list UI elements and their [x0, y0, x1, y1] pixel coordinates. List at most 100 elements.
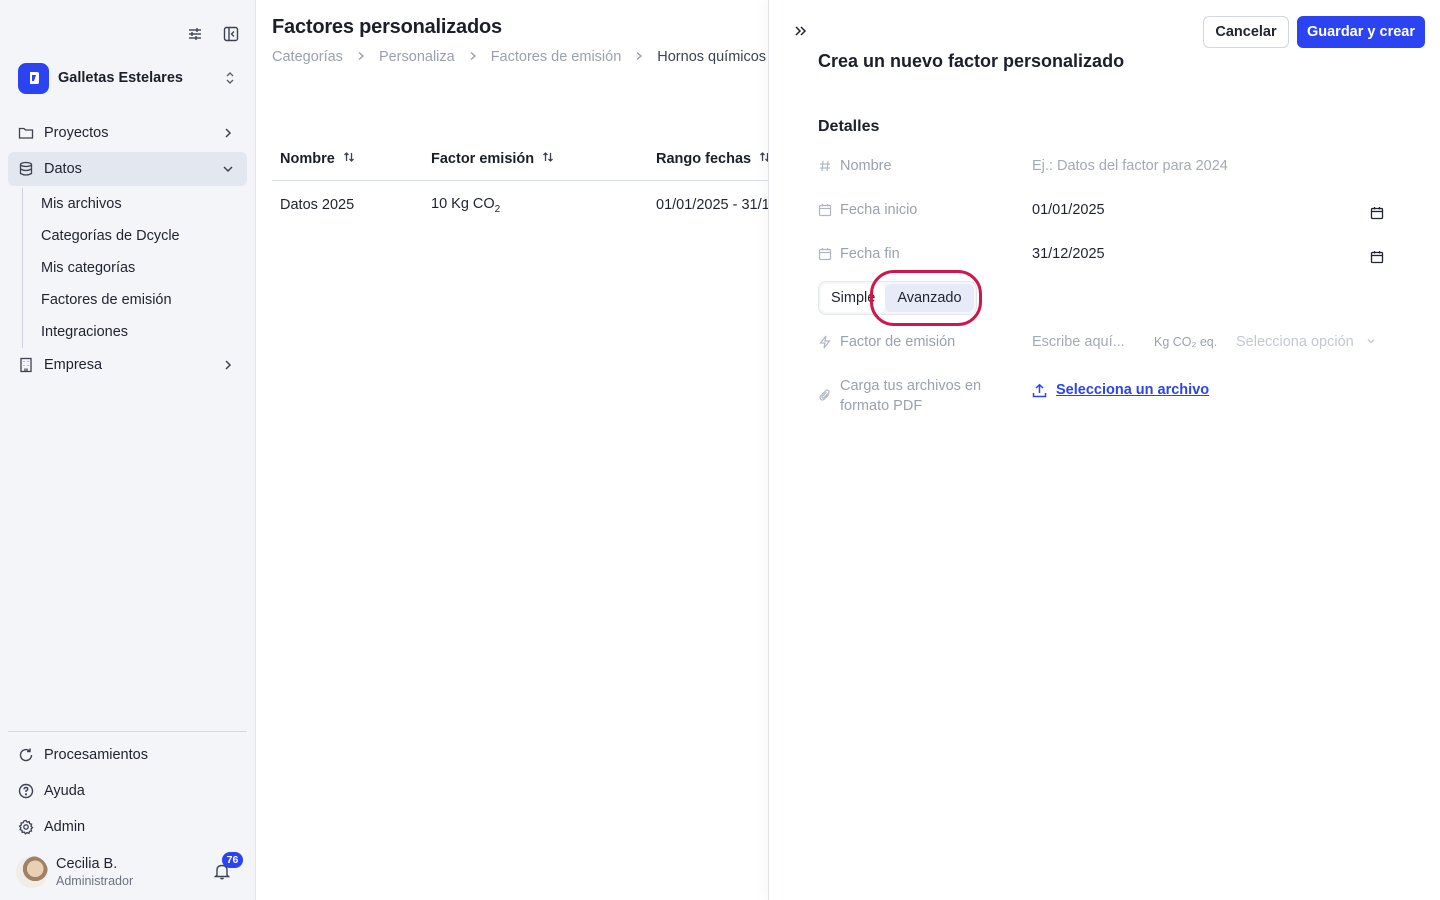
breadcrumb-item[interactable]: Factores de emisión [491, 49, 622, 65]
double-chevron-right-icon[interactable] [793, 23, 809, 42]
fecha-fin-input[interactable]: 31/12/2025 [1032, 246, 1384, 264]
nav-item-admin[interactable]: Admin [8, 810, 247, 844]
cell-rango: 01/01/2025 - 31/12/2025 [656, 197, 769, 213]
column-header-nombre[interactable]: Nombre [272, 151, 423, 167]
sidebar: Galletas Estelares Proyectos Datos Mis a… [0, 0, 256, 900]
table-header: Nombre Factor emisión Rango fechas [272, 138, 769, 181]
nav-item-datos[interactable]: Datos [8, 152, 247, 186]
save-and-create-button[interactable]: Guardar y crear [1297, 16, 1425, 48]
breadcrumb-item[interactable]: Categorías [272, 49, 343, 65]
building-icon [18, 357, 34, 373]
bottom-nav: Procesamientos Ayuda Admin [8, 738, 247, 846]
nav-item-ayuda[interactable]: Ayuda [8, 774, 247, 808]
chevron-right-icon [221, 358, 235, 376]
notification-badge: 76 [222, 852, 243, 868]
nav-label: Datos [44, 161, 82, 177]
cell-factor: 10 Kg CO2 [423, 196, 648, 215]
field-label: Fecha fin [840, 246, 900, 262]
breadcrumb-item[interactable]: Personaliza [379, 49, 455, 65]
calendar-icon [818, 203, 832, 217]
chevron-down-icon [221, 162, 235, 180]
nav-item-proyectos[interactable]: Proyectos [8, 116, 247, 150]
sort-icon[interactable] [542, 151, 554, 167]
filter-sliders-icon[interactable] [187, 26, 203, 42]
field-label: Factor de emisión [840, 334, 956, 350]
page-title: Factores personalizados [272, 16, 502, 38]
field-fecha-fin: Fecha fin 31/12/2025 [818, 242, 1384, 266]
table-row[interactable]: Datos 2025 10 Kg CO2 01/01/2025 - 31/12/… [272, 181, 769, 229]
breadcrumb: Categorías Personaliza Factores de emisi… [272, 49, 766, 65]
nav-item-empresa[interactable]: Empresa [8, 348, 247, 382]
refresh-icon [18, 747, 34, 763]
factor-input[interactable]: Escribe aquí... [1032, 334, 1154, 350]
column-header-rango[interactable]: Rango fechas [648, 151, 769, 167]
chevron-up-down-icon [224, 70, 236, 89]
highlight-annotation [870, 270, 982, 326]
paperclip-icon [818, 388, 832, 405]
upload-icon [1032, 383, 1047, 398]
main-content: Factores personalizados Categorías Perso… [256, 0, 769, 900]
nav-item-procesamientos[interactable]: Procesamientos [8, 738, 247, 772]
calendar-icon [818, 247, 832, 261]
breadcrumb-current: Hornos químicos [657, 49, 767, 65]
nav-label: Ayuda [44, 783, 85, 799]
field-fecha-inicio: Fecha inicio 01/01/2025 [818, 198, 1384, 222]
nombre-input[interactable]: Ej.: Datos del factor para 2024 [1032, 158, 1384, 174]
gear-icon [18, 819, 34, 835]
column-label: Rango fechas [656, 151, 752, 167]
column-label: Nombre [280, 151, 335, 167]
calendar-picker-icon[interactable] [1370, 206, 1384, 224]
lightning-icon [818, 335, 832, 349]
hash-icon [818, 159, 832, 173]
sort-icon[interactable] [343, 151, 355, 167]
user-profile[interactable]: Cecilia B. Administrador 76 [16, 852, 246, 892]
field-nombre: Nombre Ej.: Datos del factor para 2024 [818, 154, 1384, 178]
chevron-right-icon [468, 49, 478, 65]
field-label: Nombre [840, 158, 892, 174]
factor-subscript: 2 [494, 203, 501, 215]
datos-submenu: Mis archivos Categorías de Dcycle Mis ca… [22, 188, 247, 348]
avatar [16, 856, 48, 888]
nav-label: Procesamientos [44, 747, 148, 763]
user-role: Administrador [56, 874, 134, 888]
field-factor-emision: Factor de emisión Escribe aquí... Kg CO₂… [818, 330, 1384, 354]
field-label: Fecha inicio [840, 202, 918, 218]
select-placeholder: Selecciona opción [1236, 334, 1354, 350]
user-name: Cecilia B. [56, 856, 118, 872]
cell-nombre: Datos 2025 [280, 197, 355, 213]
sub-item-factores-emision[interactable]: Factores de emisión [41, 284, 247, 316]
select-file-link[interactable]: Selecciona un archivo [1032, 382, 1209, 398]
chevron-down-icon [1366, 334, 1376, 350]
help-circle-icon [18, 783, 34, 799]
chevron-right-icon [634, 49, 644, 65]
sub-item-categorias-dcycle[interactable]: Categorías de Dcycle [41, 220, 247, 252]
factor-value: 10 Kg CO [431, 195, 495, 212]
main-nav: Proyectos Datos Mis archivos Categorías … [8, 116, 247, 384]
unit-select[interactable]: Selecciona opción [1236, 334, 1376, 350]
chevron-right-icon [221, 126, 235, 144]
database-icon [18, 161, 34, 177]
column-label: Factor emisión [431, 151, 535, 167]
sub-item-integraciones[interactable]: Integraciones [41, 316, 247, 348]
sub-item-mis-categorias[interactable]: Mis categorías [41, 252, 247, 284]
sidebar-divider [8, 731, 247, 732]
unit-label: Kg CO₂ eq. [1154, 335, 1218, 349]
nav-label: Empresa [44, 357, 103, 373]
fecha-inicio-value: 01/01/2025 [1032, 202, 1105, 218]
calendar-picker-icon[interactable] [1370, 250, 1384, 268]
sub-item-mis-archivos[interactable]: Mis archivos [41, 188, 247, 220]
fecha-inicio-input[interactable]: 01/01/2025 [1032, 202, 1384, 220]
nav-label: Admin [44, 819, 86, 835]
column-header-factor[interactable]: Factor emisión [423, 151, 648, 167]
select-file-label: Selecciona un archivo [1056, 382, 1210, 398]
section-title: Detalles [818, 118, 880, 135]
nav-label: Proyectos [44, 125, 109, 141]
folder-icon [18, 125, 34, 141]
org-logo [18, 62, 49, 94]
upload-label: Carga tus archivos en formato PDF [840, 378, 982, 414]
cancel-button[interactable]: Cancelar [1203, 16, 1289, 48]
collapse-sidebar-icon[interactable] [223, 26, 239, 42]
panel-title: Crea un nuevo factor personalizado [818, 51, 1125, 71]
field-upload: Carga tus archivos en formato PDF Selecc… [818, 376, 1384, 420]
org-switcher[interactable]: Galletas Estelares [18, 62, 240, 94]
